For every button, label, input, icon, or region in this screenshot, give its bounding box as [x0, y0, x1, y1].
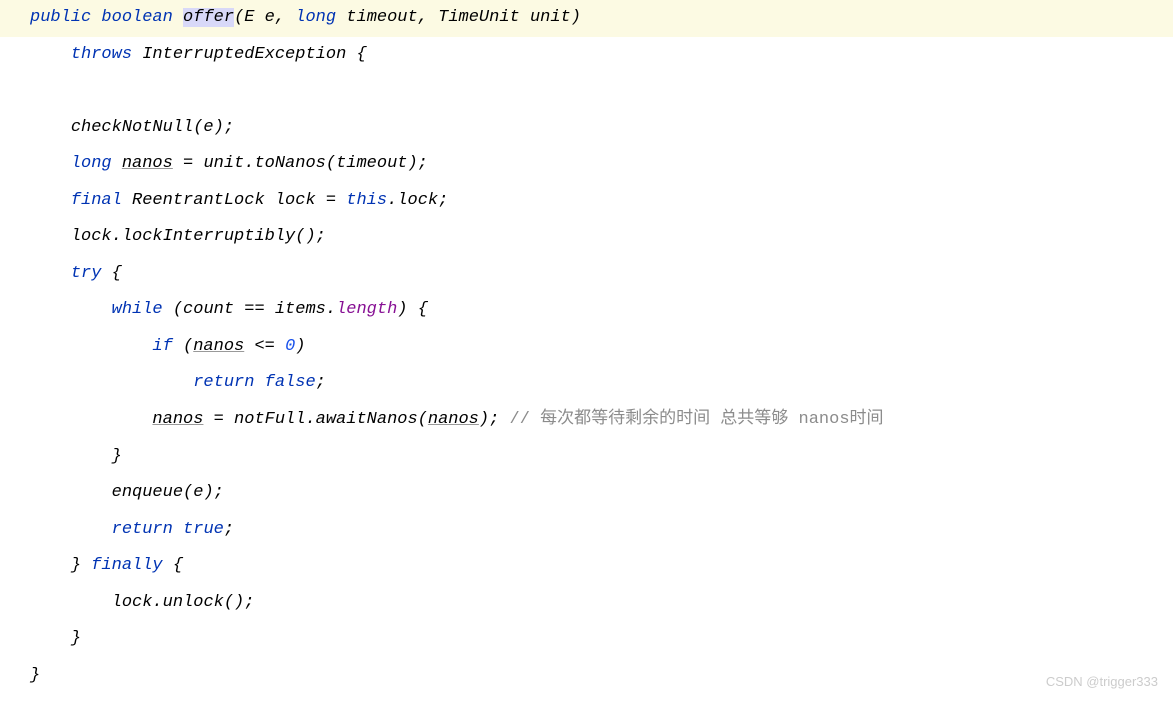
code-line-2: throws InterruptedException { — [0, 37, 1173, 74]
code-line-15: } finally { — [0, 548, 1173, 585]
code-line-14: return true; — [0, 512, 1173, 549]
code-line-1: public boolean offer(E e, long timeout, … — [0, 0, 1173, 37]
code-line-7: try { — [0, 256, 1173, 293]
code-line-17: } — [0, 621, 1173, 658]
code-block: public boolean offer(E e, long timeout, … — [0, 0, 1173, 694]
code-line-8: while (count == items.length) { — [0, 292, 1173, 329]
code-line-9: if (nanos <= 0) — [0, 329, 1173, 366]
watermark-text: CSDN @trigger333 — [1046, 668, 1158, 696]
code-line-3: checkNotNull(e); — [0, 110, 1173, 147]
code-line-blank — [0, 73, 1173, 110]
code-line-16: lock.unlock(); — [0, 585, 1173, 622]
code-line-13: enqueue(e); — [0, 475, 1173, 512]
code-line-4: long nanos = unit.toNanos(timeout); — [0, 146, 1173, 183]
code-line-12: } — [0, 439, 1173, 476]
code-line-18: } — [0, 658, 1173, 695]
code-line-6: lock.lockInterruptibly(); — [0, 219, 1173, 256]
code-line-5: final ReentrantLock lock = this.lock; — [0, 183, 1173, 220]
code-line-10: return false; — [0, 365, 1173, 402]
code-line-11: nanos = notFull.awaitNanos(nanos); // 每次… — [0, 402, 1173, 439]
